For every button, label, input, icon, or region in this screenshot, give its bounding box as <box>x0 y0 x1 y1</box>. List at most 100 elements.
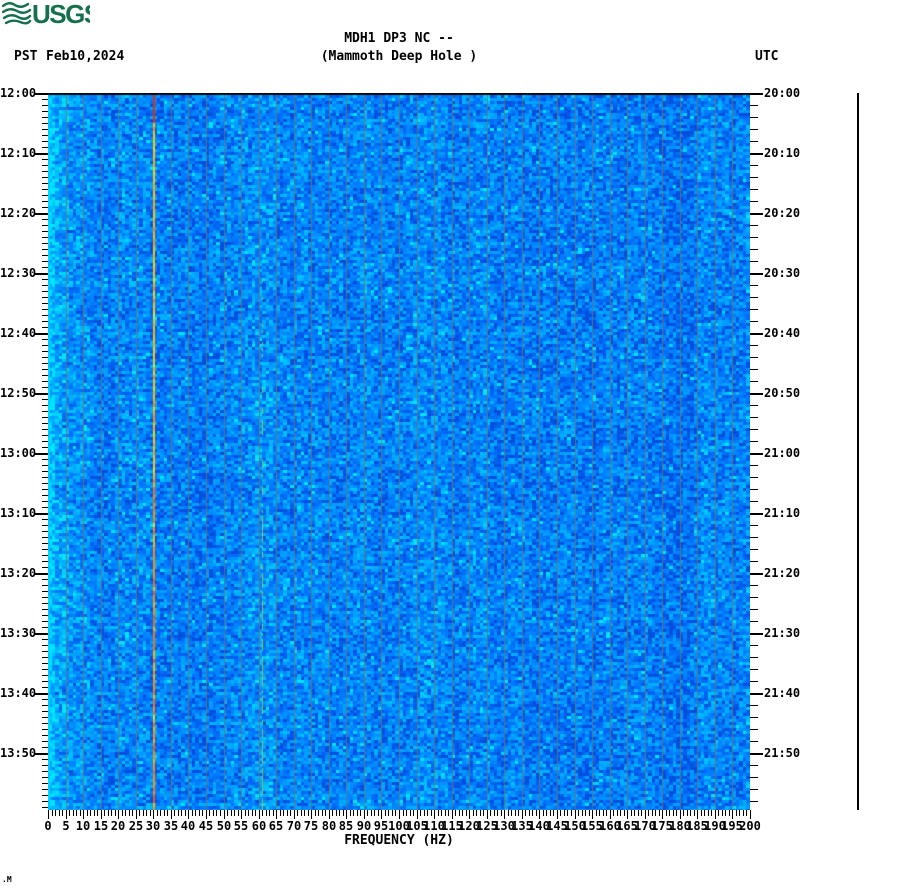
freq-major-tick <box>101 810 102 819</box>
left-minor-tick <box>42 111 48 112</box>
freq-minor-tick <box>104 810 105 816</box>
right-minor-tick <box>750 189 758 190</box>
freq-minor-tick <box>325 810 326 816</box>
freq-minor-tick <box>55 810 56 816</box>
left-major-tick <box>35 513 48 515</box>
left-minor-tick <box>42 435 48 436</box>
left-minor-tick <box>42 117 48 118</box>
seismic-trace-line <box>857 93 859 810</box>
freq-minor-tick <box>336 810 337 816</box>
spectrogram-page: USGS PST Feb10,2024 MDH1 DP3 NC -- (Mamm… <box>0 0 902 893</box>
left-minor-tick <box>42 261 48 262</box>
freq-minor-tick <box>94 810 95 816</box>
right-minor-tick <box>750 717 758 718</box>
freq-minor-tick <box>515 810 516 816</box>
freq-minor-tick <box>666 810 667 816</box>
left-minor-tick <box>42 99 48 100</box>
left-major-tick <box>35 393 48 395</box>
left-minor-tick <box>42 207 48 208</box>
freq-minor-tick <box>181 810 182 816</box>
right-axis-label: 20:40 <box>764 326 801 340</box>
freq-minor-tick <box>413 810 414 816</box>
freq-minor-tick <box>111 810 112 816</box>
right-major-tick <box>750 513 763 515</box>
freq-minor-tick <box>266 810 267 816</box>
left-minor-tick <box>42 531 48 532</box>
freq-minor-tick <box>613 810 614 816</box>
left-axis-label: 12:50 <box>0 386 37 400</box>
left-minor-tick <box>42 537 48 538</box>
freq-minor-tick <box>711 810 712 816</box>
freq-minor-tick <box>455 810 456 816</box>
right-minor-tick <box>750 321 758 322</box>
left-minor-tick <box>42 549 48 550</box>
left-minor-tick <box>42 303 48 304</box>
right-minor-tick <box>750 525 758 526</box>
freq-minor-tick <box>617 810 618 816</box>
freq-minor-tick <box>620 810 621 816</box>
left-minor-tick <box>42 123 48 124</box>
timezone-left-label: PST <box>14 49 38 64</box>
freq-minor-tick <box>424 810 425 816</box>
right-minor-tick <box>750 369 758 370</box>
freq-major-tick <box>732 810 733 819</box>
freq-minor-tick <box>290 810 291 816</box>
freq-minor-tick <box>476 810 477 816</box>
freq-minor-tick <box>431 810 432 816</box>
left-axis-label: 12:30 <box>0 266 37 280</box>
freq-major-tick <box>575 810 576 819</box>
freq-minor-tick <box>669 810 670 816</box>
freq-minor-tick <box>90 810 91 816</box>
freq-minor-tick <box>532 810 533 816</box>
left-axis-label: 12:20 <box>0 206 37 220</box>
left-minor-tick <box>42 297 48 298</box>
freq-minor-tick <box>473 810 474 816</box>
left-minor-tick <box>42 171 48 172</box>
left-minor-tick <box>42 495 48 496</box>
freq-minor-tick <box>234 810 235 816</box>
freq-minor-tick <box>220 810 221 816</box>
right-minor-tick <box>750 129 758 130</box>
freq-minor-tick <box>332 810 333 816</box>
left-minor-tick <box>42 405 48 406</box>
right-minor-tick <box>750 417 758 418</box>
freq-minor-tick <box>490 810 491 816</box>
freq-minor-tick <box>216 810 217 816</box>
logo-wave-icon <box>2 8 32 14</box>
freq-major-tick <box>452 810 453 819</box>
freq-minor-tick <box>339 810 340 816</box>
right-minor-tick <box>750 477 758 478</box>
left-minor-tick <box>42 777 48 778</box>
right-minor-tick <box>750 561 758 562</box>
freq-minor-tick <box>466 810 467 816</box>
freq-minor-tick <box>395 810 396 816</box>
freq-minor-tick <box>255 810 256 816</box>
freq-minor-tick <box>518 810 519 816</box>
freq-minor-tick <box>736 810 737 816</box>
left-major-tick <box>35 633 48 635</box>
left-minor-tick <box>42 237 48 238</box>
left-minor-tick <box>42 465 48 466</box>
freq-minor-tick <box>269 810 270 816</box>
right-minor-tick <box>750 657 758 658</box>
freq-minor-tick <box>578 810 579 816</box>
left-minor-tick <box>42 147 48 148</box>
freq-minor-tick <box>308 810 309 816</box>
freq-minor-tick <box>525 810 526 816</box>
freq-minor-tick <box>718 810 719 816</box>
freq-major-tick <box>259 810 260 819</box>
logo-text: USGS <box>32 0 90 26</box>
freq-minor-tick <box>139 810 140 816</box>
freq-minor-tick <box>725 810 726 816</box>
freq-major-tick <box>715 810 716 819</box>
freq-minor-tick <box>388 810 389 816</box>
freq-minor-tick <box>529 810 530 816</box>
freq-minor-tick <box>746 810 747 816</box>
freq-minor-tick <box>231 810 232 816</box>
usgs-logo: USGS <box>2 0 90 26</box>
right-minor-tick <box>750 441 758 442</box>
freq-minor-tick <box>178 810 179 816</box>
right-axis-label: 21:40 <box>764 686 801 700</box>
left-minor-tick <box>42 249 48 250</box>
right-minor-tick <box>750 501 758 502</box>
